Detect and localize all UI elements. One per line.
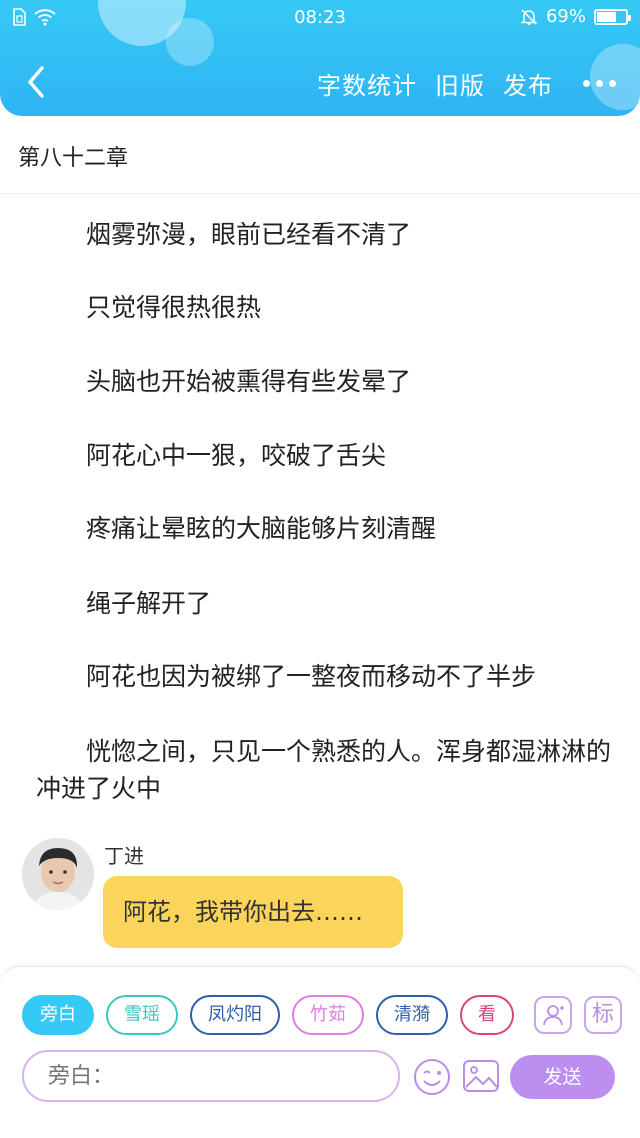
- speaker-name: 丁进: [104, 844, 144, 868]
- role-chip[interactable]: 竹茹: [292, 995, 364, 1035]
- role-chip[interactable]: 凤灼阳: [190, 995, 280, 1035]
- paragraph[interactable]: 疼痛让晕眩的大脑能够片刻清醒: [36, 510, 616, 547]
- role-chip[interactable]: 旁白: [22, 995, 94, 1035]
- header-bar: 08:23 69% 字数统计 旧版 发布: [0, 0, 640, 116]
- role-chip[interactable]: 清漪: [376, 995, 448, 1035]
- mute-bell-icon: [520, 8, 538, 25]
- send-button[interactable]: 发送: [510, 1055, 615, 1099]
- battery-percent: 69%: [545, 6, 586, 27]
- chapter-title[interactable]: 第八十二章: [18, 140, 128, 172]
- nav-bar: 字数统计 旧版 发布: [0, 56, 640, 108]
- add-character-icon[interactable]: [534, 996, 572, 1034]
- image-icon[interactable]: [462, 1057, 500, 1095]
- battery-icon: [594, 8, 631, 25]
- chevron-left-icon[interactable]: [22, 64, 52, 100]
- avatar[interactable]: [22, 838, 94, 910]
- paragraph[interactable]: 只觉得很热很热: [36, 289, 616, 326]
- avatar-portrait: [22, 838, 94, 910]
- publish-button[interactable]: 发布: [503, 66, 553, 101]
- more-dots-icon[interactable]: [583, 80, 616, 87]
- word-count-button[interactable]: 字数统计: [317, 66, 417, 101]
- old-version-button[interactable]: 旧版: [435, 66, 485, 101]
- role-chip[interactable]: 雪瑶: [106, 995, 178, 1035]
- role-chip[interactable]: 看: [460, 995, 514, 1035]
- status-bar: 08:23 69%: [0, 0, 640, 34]
- emoji-icon[interactable]: [412, 1057, 452, 1097]
- paragraph[interactable]: 恍惚之间，只见一个熟悉的人。浑身都湿淋淋的冲进了火中: [36, 733, 616, 807]
- paragraph[interactable]: 阿花也因为被绑了一整夜而移动不了半步: [36, 658, 616, 695]
- battery-level: [597, 11, 617, 22]
- role-chips: 旁白 雪瑶 凤灼阳 竹茹 清漪 看: [22, 995, 518, 1039]
- paragraph[interactable]: 绳子解开了: [36, 585, 616, 622]
- divider: [0, 193, 640, 194]
- dialogue-bubble[interactable]: 阿花，我带你出去……: [103, 876, 403, 948]
- paragraph[interactable]: 头脑也开始被熏得有些发晕了: [36, 363, 616, 400]
- mark-button[interactable]: 标: [584, 996, 622, 1034]
- paragraph[interactable]: 阿花心中一狠，咬破了舌尖: [36, 437, 616, 474]
- composer-input[interactable]: [22, 1050, 400, 1102]
- paragraph[interactable]: 烟雾弥漫，眼前已经看不清了: [36, 216, 616, 253]
